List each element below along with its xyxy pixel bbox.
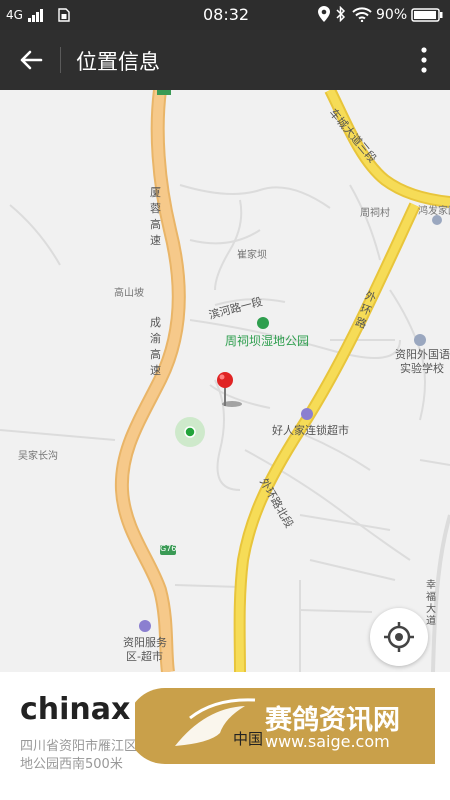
- location-icon: [318, 6, 330, 26]
- sim-icon: [58, 8, 70, 26]
- clock: 08:32: [203, 5, 250, 24]
- my-location-dot: [184, 426, 196, 438]
- app-bar: 位置信息: [0, 30, 450, 90]
- poi-park[interactable]: 周祠坝湿地公园: [225, 332, 309, 349]
- shop-icon: [301, 408, 313, 420]
- status-bar: 4G 08:32 90%: [0, 0, 450, 30]
- place-label-wujiachanggou: 吴家长沟: [18, 451, 58, 462]
- appbar-divider: [60, 47, 61, 73]
- road-label-xiarong: 厦蓉高速: [150, 186, 161, 247]
- watermark-overlay-text: 中国: [233, 730, 264, 748]
- page-title: 位置信息: [76, 50, 160, 74]
- highway-code-label: G76: [160, 544, 177, 553]
- poi-school-line2[interactable]: 实验学校: [400, 360, 444, 376]
- more-vertical-icon: [421, 47, 427, 73]
- signal-icon: [28, 8, 44, 26]
- my-location-button[interactable]: [370, 608, 428, 666]
- road-label-chengyu: 成渝高速: [150, 316, 161, 377]
- poi-supermarket[interactable]: 好人家连锁超市: [272, 422, 349, 438]
- map-canvas: [0, 90, 450, 672]
- place-label-cuijiaba: 崔家坝: [237, 250, 267, 261]
- back-button[interactable]: [14, 44, 48, 76]
- map-view[interactable]: G76 厦蓉高速 成渝高速 外环路 外环路北段 车城大道三段 滨河路一段 幸福大…: [0, 90, 450, 672]
- crosshair-icon: [384, 622, 414, 652]
- wifi-icon: [352, 7, 372, 26]
- watermark-badge: 中国 赛鸽资讯网 www.saige.com: [135, 688, 435, 764]
- location-pin-icon: [217, 372, 242, 407]
- place-name: chinax: [20, 692, 131, 727]
- bluetooth-icon: [336, 5, 346, 26]
- place-label-gaoshanpo: 高山坡: [114, 288, 144, 299]
- network-type: 4G: [6, 8, 23, 22]
- battery-percent: 90%: [376, 7, 408, 23]
- more-options-button[interactable]: [416, 44, 432, 76]
- park-icon: [257, 317, 269, 329]
- watermark-url: www.saige.com: [265, 732, 390, 751]
- battery-icon: [411, 8, 443, 26]
- service-area-icon: [139, 620, 151, 632]
- school-icon: [414, 334, 426, 346]
- place-label-zhoucicun: 周祠村: [360, 208, 390, 219]
- poi-service-line2[interactable]: 区-超市: [126, 648, 163, 664]
- place-label-hongfa: 鸿发家园: [418, 206, 450, 217]
- arrow-left-icon: [20, 50, 43, 70]
